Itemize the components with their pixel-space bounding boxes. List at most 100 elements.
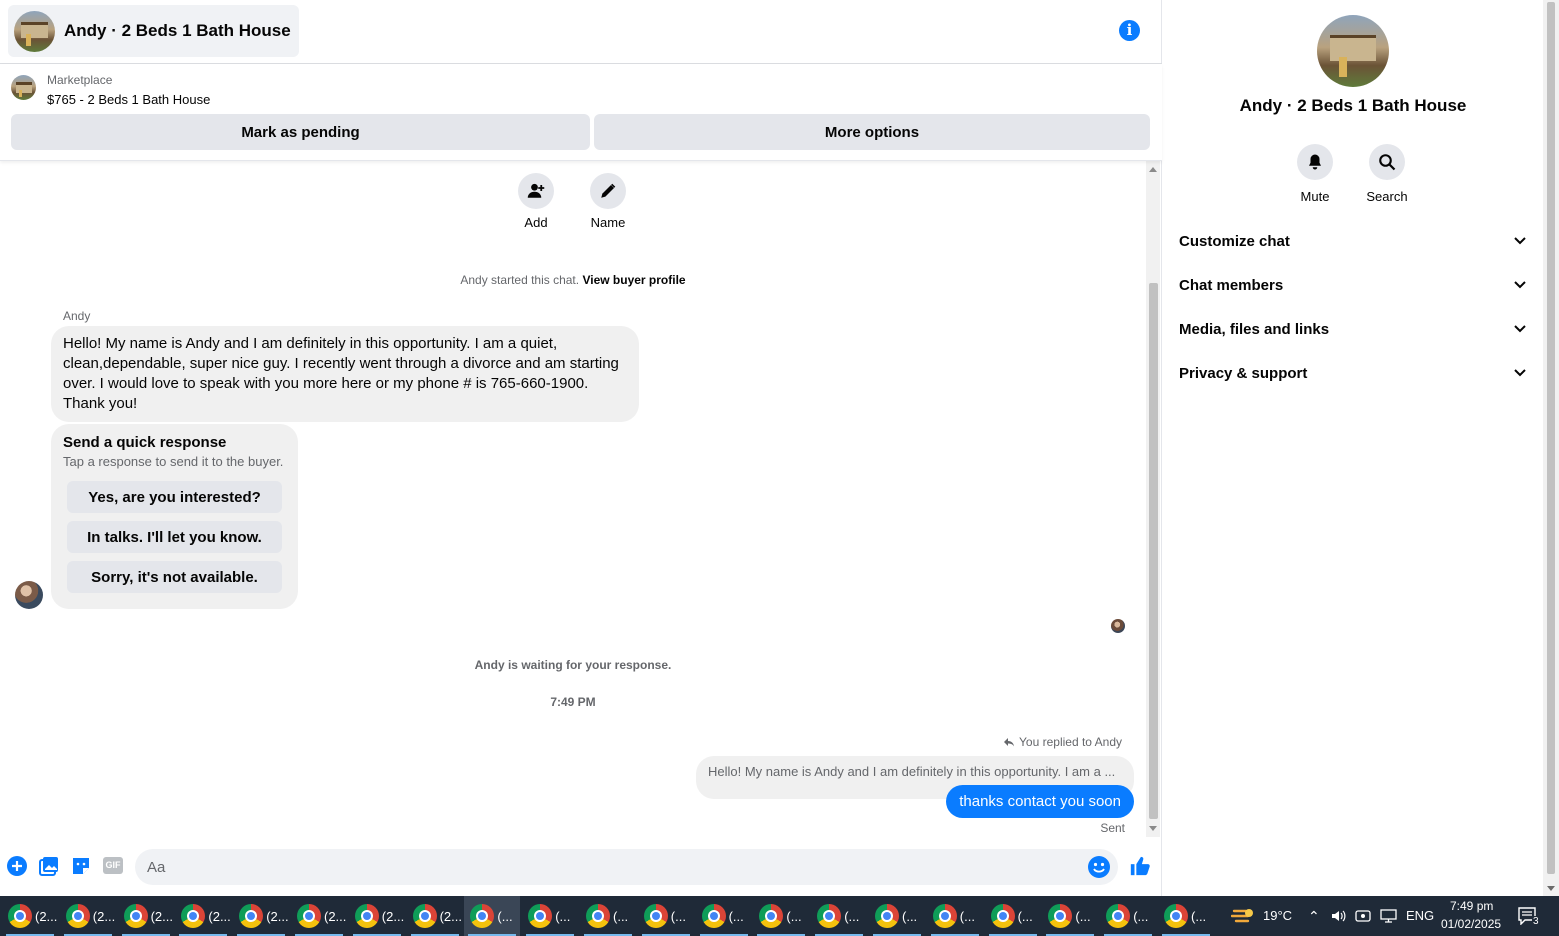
add-person-icon[interactable] xyxy=(518,173,554,209)
clock-date[interactable]: 01/02/2025 xyxy=(1441,917,1501,931)
name-action[interactable]: Name xyxy=(573,173,643,230)
search-action[interactable]: Search xyxy=(1357,144,1417,204)
photo-icon[interactable] xyxy=(39,856,59,876)
gif-icon[interactable]: GIF xyxy=(103,857,123,874)
clock-time[interactable]: 7:49 pm xyxy=(1450,899,1493,913)
mark-as-pending-button[interactable]: Mark as pending xyxy=(11,114,590,150)
customize-chat-section[interactable]: Customize chat xyxy=(1179,223,1527,259)
info-icon[interactable]: i xyxy=(1119,20,1140,41)
meet-now-icon[interactable] xyxy=(1355,908,1371,924)
chrome-icon xyxy=(297,904,321,928)
plus-circle-icon[interactable] xyxy=(7,856,27,876)
more-options-button[interactable]: More options xyxy=(594,114,1150,150)
taskbar-item-label: (... xyxy=(959,908,975,924)
chrome-icon xyxy=(1106,904,1131,928)
scroll-up-arrow-icon[interactable] xyxy=(1149,167,1157,172)
search-icon[interactable] xyxy=(1369,144,1405,180)
listing-price-title[interactable]: $765 - 2 Beds 1 Bath House xyxy=(47,92,210,107)
taskbar-item-label: (2... xyxy=(92,908,116,924)
weather-icon[interactable] xyxy=(1231,905,1255,927)
section-label: Media, files and links xyxy=(1179,320,1330,338)
privacy-support-section[interactable]: Privacy & support xyxy=(1179,355,1527,391)
taskbar-chrome-window[interactable]: (... xyxy=(638,896,694,936)
page-scrollbar[interactable] xyxy=(1543,0,1559,896)
taskbar-chrome-window[interactable]: (... xyxy=(696,896,752,936)
taskbar-item-label: (2... xyxy=(266,908,289,924)
chrome-icon xyxy=(817,904,842,928)
chat-title-button[interactable]: Andy · 2 Beds 1 Bath House xyxy=(8,5,299,57)
bell-icon[interactable] xyxy=(1297,144,1333,180)
mute-label: Mute xyxy=(1300,189,1330,204)
taskbar-chrome-window[interactable]: (... xyxy=(464,896,521,936)
taskbar-chrome-window[interactable]: (... xyxy=(927,896,983,936)
network-icon[interactable] xyxy=(1380,908,1397,924)
conversation-photo[interactable] xyxy=(1317,15,1389,87)
taskbar-chrome-window[interactable]: (... xyxy=(869,896,925,936)
chevron-down-icon xyxy=(1514,369,1526,377)
conversation-name: Andy · 2 Beds 1 Bath House xyxy=(1239,96,1467,115)
section-label: Privacy & support xyxy=(1179,364,1308,382)
language-indicator[interactable]: ENG xyxy=(1406,908,1434,923)
taskbar-chrome-window[interactable]: (2... xyxy=(60,896,116,936)
taskbar-chrome-window[interactable]: (... xyxy=(1100,896,1156,936)
chat-started-notice: Andy started this chat. View buyer profi… xyxy=(0,273,1146,287)
taskbar-chrome-window[interactable]: (2... xyxy=(349,896,405,936)
taskbar-item-label: (... xyxy=(613,908,629,924)
scroll-thumb[interactable] xyxy=(1149,283,1158,819)
chrome-icon xyxy=(8,904,32,928)
quick-response-interested-button[interactable]: Yes, are you interested? xyxy=(67,481,282,513)
mute-action[interactable]: Mute xyxy=(1285,144,1345,204)
notification-count: 3 xyxy=(1532,916,1540,927)
quick-response-subtitle: Tap a response to send it to the buyer. xyxy=(63,454,284,469)
page-scroll-thumb[interactable] xyxy=(1547,2,1555,874)
chrome-icon xyxy=(239,904,264,928)
quick-response-not-available-button[interactable]: Sorry, it's not available. xyxy=(67,561,282,593)
windows-taskbar: (2... (2... (2... (2... (2... (2... (2... (2...… xyxy=(0,896,1559,936)
chrome-icon xyxy=(643,904,668,928)
message-input[interactable] xyxy=(147,849,1077,885)
sticker-icon[interactable] xyxy=(71,856,91,876)
taskbar-chrome-window[interactable]: (... xyxy=(1042,896,1098,936)
taskbar-item-label: (... xyxy=(1017,908,1033,924)
chevron-down-icon xyxy=(1514,237,1526,245)
media-files-links-section[interactable]: Media, files and links xyxy=(1179,311,1527,347)
taskbar-chrome-window[interactable]: (... xyxy=(580,896,636,936)
waiting-notice: Andy is waiting for your response. xyxy=(474,658,672,672)
chat-pane: Andy · 2 Beds 1 Bath House i Marketplace… xyxy=(0,0,1162,896)
quick-response-card: Send a quick response Tap a response to … xyxy=(51,424,298,609)
sender-avatar[interactable] xyxy=(15,581,43,609)
outgoing-message[interactable]: thanks contact you soon xyxy=(946,785,1134,818)
volume-icon[interactable] xyxy=(1330,908,1346,924)
taskbar-chrome-window[interactable]: (... xyxy=(985,896,1041,936)
scroll-down-arrow-icon[interactable] xyxy=(1149,826,1157,831)
quick-response-in-talks-button[interactable]: In talks. I'll let you know. xyxy=(67,521,282,553)
taskbar-chrome-window[interactable]: (2... xyxy=(291,896,347,936)
chat-title: Andy · 2 Beds 1 Bath House xyxy=(64,21,291,40)
thumbs-up-icon[interactable] xyxy=(1129,855,1151,877)
taskbar-chrome-window[interactable]: (2... xyxy=(407,896,463,936)
temperature[interactable]: 19°C xyxy=(1263,908,1292,923)
taskbar-chrome-window[interactable]: (... xyxy=(1158,896,1214,936)
chat-members-section[interactable]: Chat members xyxy=(1179,267,1527,303)
taskbar-item-label: (... xyxy=(670,908,686,924)
chat-started-text: Andy started this chat. xyxy=(460,273,580,287)
search-label: Search xyxy=(1366,189,1408,204)
taskbar-chrome-window[interactable]: (... xyxy=(522,896,578,936)
pencil-icon[interactable] xyxy=(590,173,626,209)
incoming-message[interactable]: Hello! My name is Andy and I am definite… xyxy=(51,326,639,422)
listing-small-thumbnail[interactable] xyxy=(11,75,36,100)
taskbar-item-label: (... xyxy=(902,908,918,924)
emoji-icon[interactable] xyxy=(1088,856,1110,878)
message-scrollbar[interactable] xyxy=(1146,161,1160,837)
taskbar-chrome-window[interactable]: (2... xyxy=(233,896,289,936)
taskbar-chrome-window[interactable]: (2... xyxy=(2,896,58,936)
taskbar-chrome-window[interactable]: (2... xyxy=(118,896,174,936)
taskbar-chrome-window[interactable]: (... xyxy=(753,896,809,936)
taskbar-chrome-window[interactable]: (2... xyxy=(175,896,231,936)
quick-response-title: Send a quick response xyxy=(63,434,227,451)
add-people-action[interactable]: Add xyxy=(501,173,571,230)
chevron-up-icon[interactable]: ⌃ xyxy=(1308,907,1320,925)
taskbar-chrome-window[interactable]: (... xyxy=(811,896,867,936)
view-buyer-profile-link[interactable]: View buyer profile xyxy=(582,273,685,287)
page-scroll-down-icon[interactable] xyxy=(1547,886,1555,891)
